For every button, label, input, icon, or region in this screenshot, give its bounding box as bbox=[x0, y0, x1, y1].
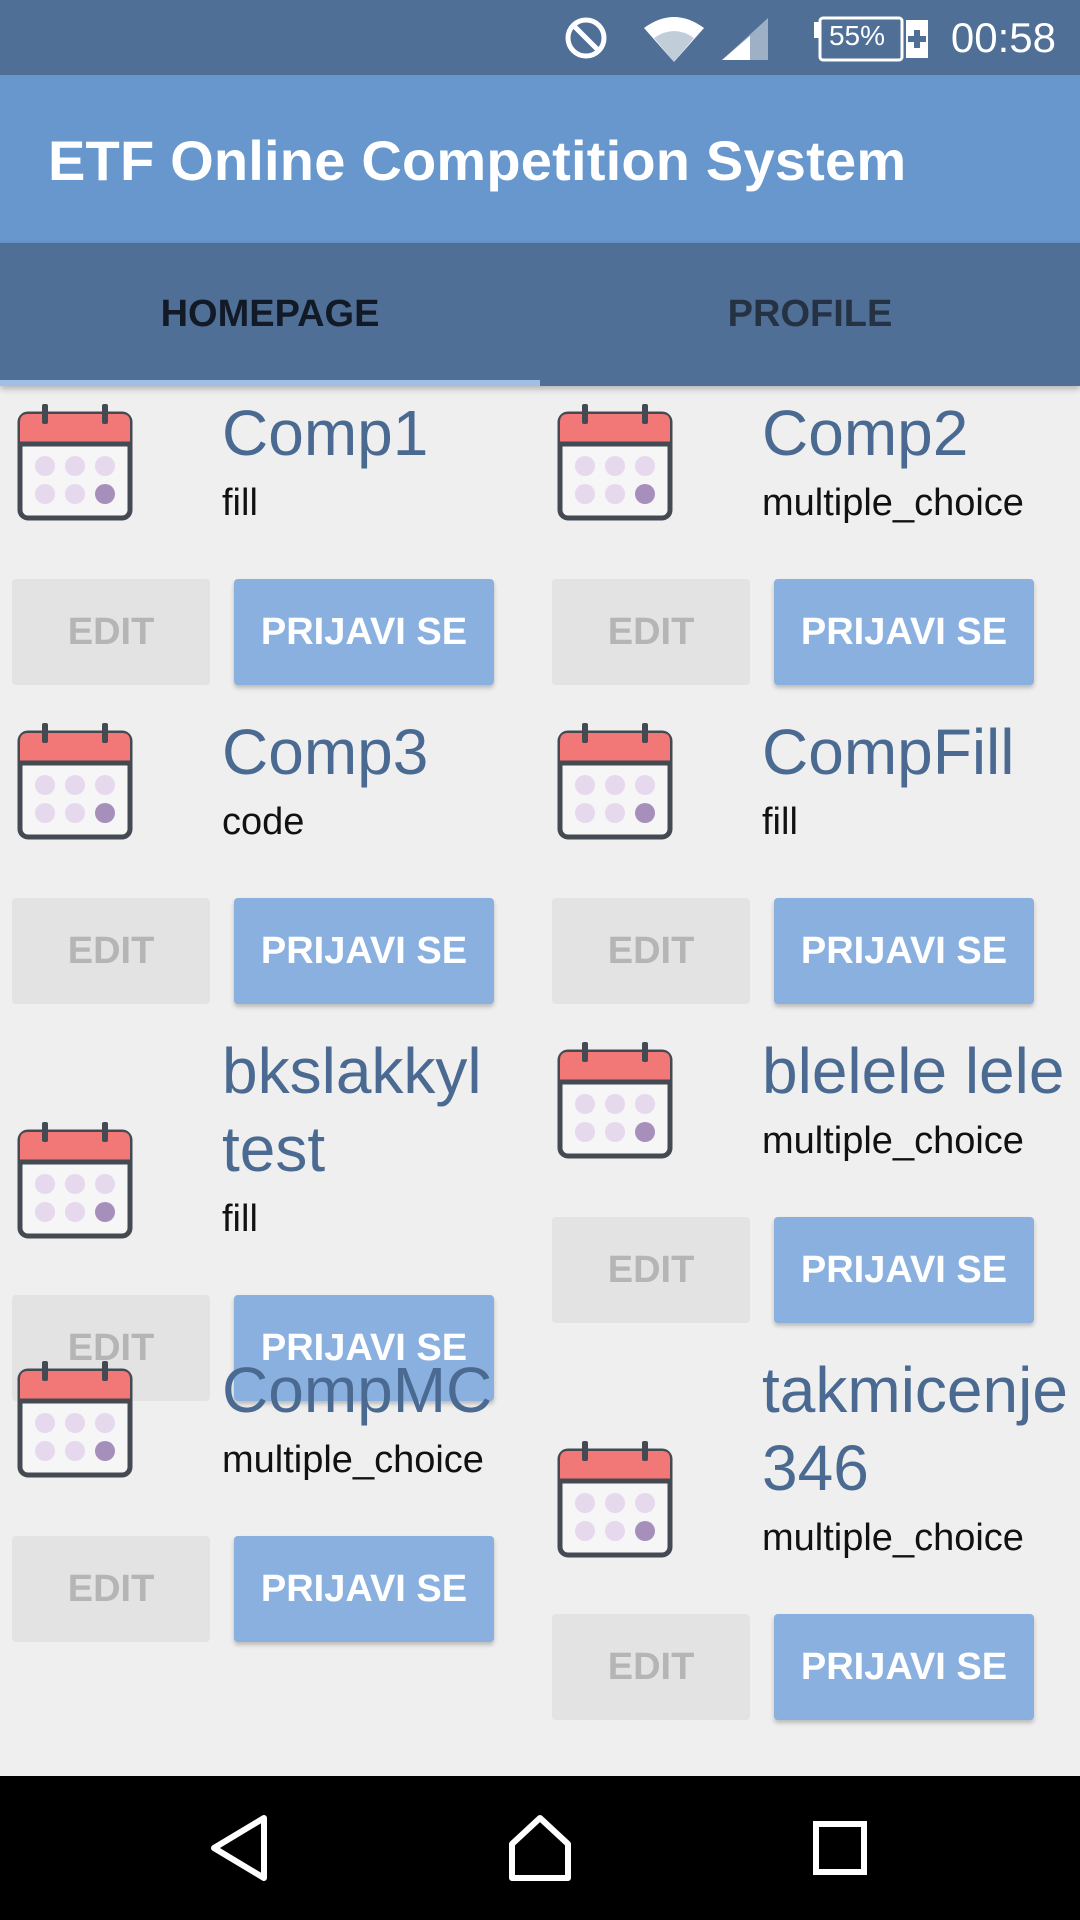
back-icon[interactable] bbox=[200, 1808, 280, 1888]
tab-profile[interactable]: PROFILE bbox=[540, 243, 1080, 386]
competition-type: fill bbox=[222, 482, 258, 524]
app-bar: ETF Online Competition System bbox=[0, 75, 1080, 243]
recents-icon[interactable] bbox=[800, 1808, 880, 1888]
wifi-icon bbox=[644, 17, 704, 62]
calendar-icon bbox=[552, 400, 678, 526]
edit-button[interactable]: EDIT bbox=[12, 579, 210, 685]
edit-button[interactable]: EDIT bbox=[552, 898, 750, 1004]
edit-button[interactable]: EDIT bbox=[12, 1536, 210, 1642]
competition-name: CompMC bbox=[222, 1354, 493, 1426]
battery-level: 55% bbox=[828, 20, 886, 51]
status-bar: 55% 00:58 bbox=[0, 0, 1080, 75]
calendar-icon bbox=[12, 1118, 138, 1244]
competition-type: fill bbox=[222, 1198, 258, 1240]
competition-type: multiple_choice bbox=[762, 1517, 1024, 1559]
home-icon[interactable] bbox=[500, 1808, 580, 1888]
join-button[interactable]: PRIJAVI SE bbox=[774, 579, 1034, 685]
join-button[interactable]: PRIJAVI SE bbox=[234, 1536, 494, 1642]
competition-name: blelele lele bbox=[762, 1035, 1065, 1107]
competition-type: fill bbox=[762, 801, 798, 843]
calendar-icon bbox=[12, 1357, 138, 1483]
join-button[interactable]: PRIJAVI SE bbox=[774, 898, 1034, 1004]
join-button[interactable]: PRIJAVI SE bbox=[774, 1217, 1034, 1323]
edit-button[interactable]: EDIT bbox=[552, 579, 750, 685]
dnd-icon bbox=[565, 17, 607, 59]
navigation-bar bbox=[0, 1776, 1080, 1920]
calendar-icon bbox=[552, 719, 678, 845]
join-button[interactable]: PRIJAVI SE bbox=[234, 898, 494, 1004]
competition-type: multiple_choice bbox=[762, 1120, 1024, 1162]
edit-button[interactable]: EDIT bbox=[12, 898, 210, 1004]
edit-button[interactable]: EDIT bbox=[552, 1217, 750, 1323]
join-button[interactable]: PRIJAVI SE bbox=[234, 579, 494, 685]
competition-list[interactable]: Comp1 fill EDIT PRIJAVI SE Comp2 multipl… bbox=[0, 386, 1080, 1776]
competition-name: bkslakkyl test bbox=[222, 1035, 482, 1185]
tab-homepage[interactable]: HOMEPAGE bbox=[0, 243, 540, 386]
calendar-icon bbox=[552, 1437, 678, 1563]
competition-type: multiple_choice bbox=[222, 1439, 484, 1481]
competition-name: Comp2 bbox=[762, 397, 969, 469]
competition-name: CompFill bbox=[762, 716, 1015, 788]
tab-bar: HOMEPAGE PROFILE bbox=[0, 243, 1080, 386]
signal-icon bbox=[722, 18, 768, 60]
edit-button[interactable]: EDIT bbox=[552, 1614, 750, 1720]
status-time: 00:58 bbox=[950, 14, 1056, 61]
competition-name: Comp1 bbox=[222, 397, 429, 469]
competition-type: multiple_choice bbox=[762, 482, 1024, 524]
calendar-icon bbox=[12, 400, 138, 526]
app-title: ETF Online Competition System bbox=[48, 129, 907, 192]
calendar-icon bbox=[552, 1038, 678, 1164]
calendar-icon bbox=[12, 719, 138, 845]
competition-name: takmicenje346 bbox=[762, 1354, 1068, 1504]
join-button[interactable]: PRIJAVI SE bbox=[774, 1614, 1034, 1720]
competition-type: code bbox=[222, 801, 305, 843]
competition-name: Comp3 bbox=[222, 716, 429, 788]
